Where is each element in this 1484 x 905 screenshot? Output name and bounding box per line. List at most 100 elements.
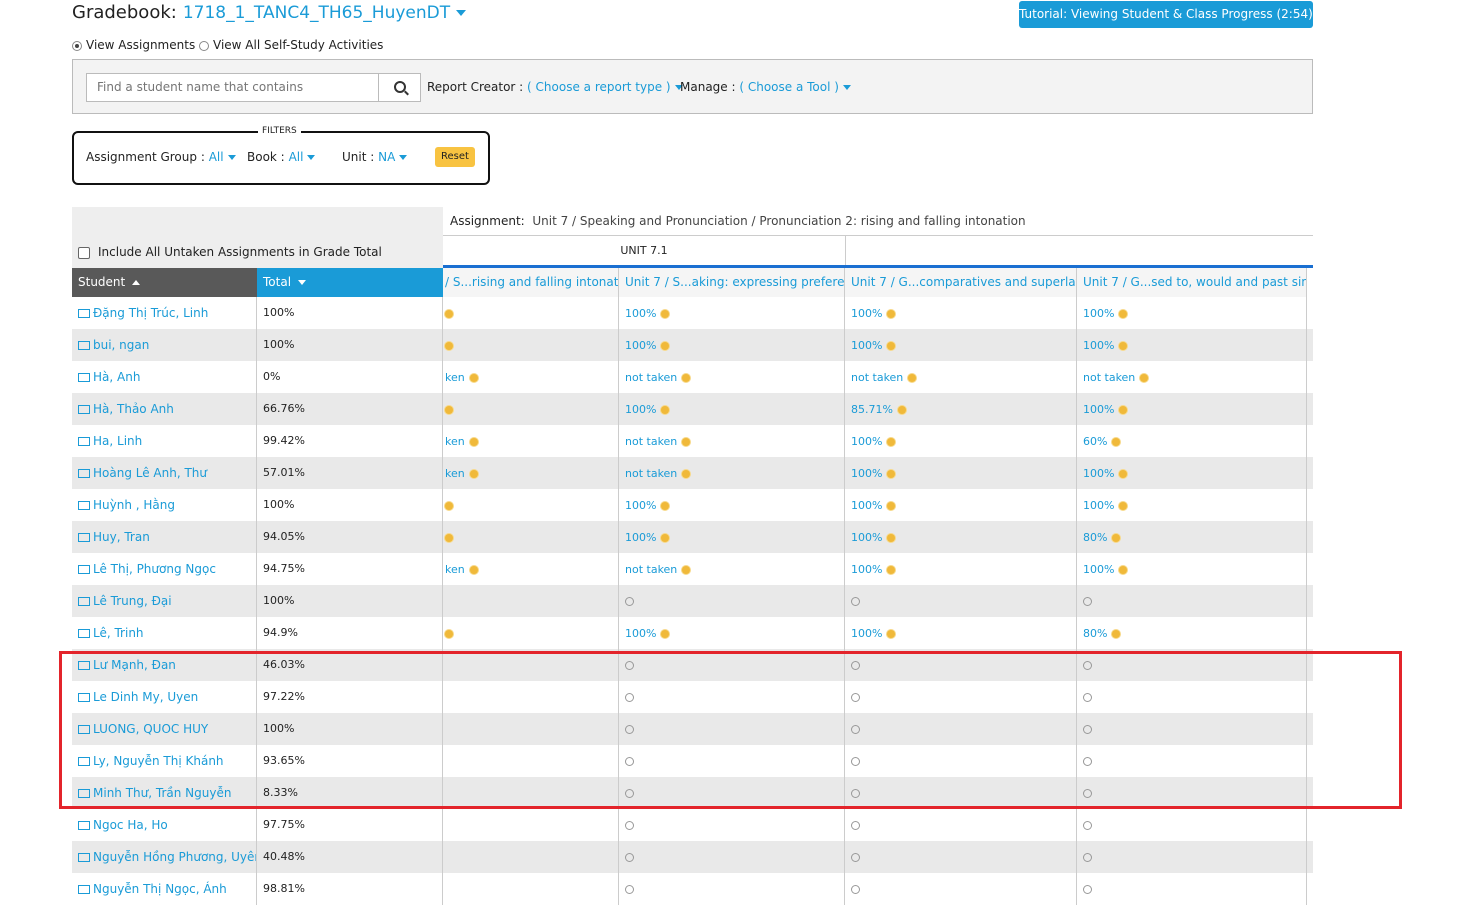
feedback-icon[interactable] [887, 565, 896, 574]
score-cell[interactable] [443, 489, 619, 521]
score-cell[interactable]: ken [443, 361, 619, 393]
feedback-icon[interactable] [1140, 373, 1149, 382]
assignment-group-filter[interactable]: Assignment Group : All [86, 150, 236, 164]
feedback-icon[interactable] [661, 341, 670, 350]
unit-value[interactable]: NA [378, 150, 395, 164]
assignment-column-header[interactable]: Unit 7 / G...sed to, would and past simp… [1077, 268, 1307, 297]
score-cell[interactable]: 100% [1077, 297, 1307, 329]
student-name[interactable]: Nguyễn Hồng Phương, Uyên [93, 850, 256, 864]
score-cell[interactable] [619, 809, 845, 841]
score-cell[interactable] [1077, 585, 1307, 617]
book-value[interactable]: All [289, 150, 304, 164]
score-cell[interactable] [443, 841, 619, 873]
feedback-icon[interactable] [682, 373, 691, 382]
course-dropdown-icon[interactable] [456, 10, 467, 16]
total-column-header[interactable]: Total [257, 268, 443, 297]
score-cell[interactable]: not taken [1077, 361, 1307, 393]
score-value[interactable]: 100% [851, 627, 882, 640]
feedback-icon[interactable] [682, 565, 691, 574]
score-cell[interactable]: 100% [845, 457, 1077, 489]
score-cell[interactable]: not taken [619, 425, 845, 457]
score-cell[interactable] [619, 841, 845, 873]
score-cell[interactable]: 80% [1077, 617, 1307, 649]
score-value[interactable]: 100% [851, 307, 882, 320]
score-value[interactable]: ken [445, 371, 465, 384]
student-name-link[interactable]: Nguyễn Hồng Phương, Uyên [72, 841, 257, 873]
feedback-icon[interactable] [661, 501, 670, 510]
email-icon[interactable] [78, 437, 90, 446]
radio-unselected-icon[interactable] [199, 40, 209, 51]
tutorial-button[interactable]: Tutorial: Viewing Student & Class Progre… [1019, 1, 1331, 28]
feedback-icon[interactable] [1119, 565, 1128, 574]
student-name-link[interactable]: Huy, Tran [72, 521, 257, 553]
score-value[interactable]: 100% [625, 499, 656, 512]
score-value[interactable]: 100% [625, 403, 656, 416]
student-name-link[interactable]: Lê Thị, Phương Ngọc [72, 553, 257, 585]
score-cell[interactable]: not taken [619, 361, 845, 393]
score-cell[interactable] [443, 873, 619, 905]
score-cell[interactable]: 100% [1077, 329, 1307, 361]
email-icon[interactable] [78, 853, 90, 862]
book-filter[interactable]: Book : All [247, 150, 316, 164]
assignment-column-header[interactable]: Unit 7 / G...comparatives and superlativ… [845, 268, 1077, 297]
view-assignments-option[interactable]: View Assignments [72, 38, 195, 52]
feedback-icon[interactable] [469, 565, 478, 574]
feedback-icon[interactable] [887, 437, 896, 446]
feedback-icon[interactable] [1112, 437, 1121, 446]
score-value[interactable]: 80% [1083, 627, 1107, 640]
student-name-link[interactable]: Hà, Anh [72, 361, 257, 393]
score-cell[interactable]: 100% [845, 329, 1077, 361]
score-cell[interactable]: 100% [619, 329, 845, 361]
score-cell[interactable] [845, 809, 1077, 841]
feedback-icon[interactable] [469, 469, 478, 478]
feedback-icon[interactable] [445, 405, 453, 414]
score-value[interactable]: not taken [1083, 371, 1135, 384]
score-cell[interactable] [443, 617, 619, 649]
score-value[interactable]: ken [445, 467, 465, 480]
score-cell[interactable] [1077, 841, 1307, 873]
feedback-icon[interactable] [1119, 501, 1128, 510]
feedback-icon[interactable] [661, 309, 670, 318]
score-cell[interactable]: 100% [1077, 457, 1307, 489]
chevron-down-icon[interactable] [399, 155, 408, 160]
score-value[interactable]: 100% [625, 627, 656, 640]
email-icon[interactable] [78, 821, 90, 830]
report-type-dropdown[interactable]: ( Choose a report type ) [527, 80, 671, 94]
feedback-icon[interactable] [887, 533, 896, 542]
student-name-link[interactable]: Ha, Linh [72, 425, 257, 457]
student-name[interactable]: Hoàng Lê Anh, Thư [93, 466, 207, 480]
feedback-icon[interactable] [682, 437, 691, 446]
score-cell[interactable] [443, 521, 619, 553]
score-value[interactable]: 100% [625, 307, 656, 320]
feedback-icon[interactable] [908, 373, 917, 382]
score-cell[interactable] [443, 585, 619, 617]
email-icon[interactable] [78, 597, 90, 606]
email-icon[interactable] [78, 885, 90, 894]
score-cell[interactable]: 100% [619, 489, 845, 521]
student-name[interactable]: Huỳnh , Hằng [93, 498, 175, 512]
score-cell[interactable]: 100% [1077, 393, 1307, 425]
feedback-icon[interactable] [445, 629, 453, 638]
feedback-icon[interactable] [1112, 533, 1121, 542]
chevron-down-icon[interactable] [307, 155, 316, 160]
score-cell[interactable] [845, 873, 1077, 905]
student-column-header[interactable]: Student [72, 268, 257, 297]
feedback-icon[interactable] [469, 437, 478, 446]
sort-descending-icon[interactable] [298, 280, 307, 285]
student-name-link[interactable]: bui, ngan [72, 329, 257, 361]
feedback-icon[interactable] [1119, 309, 1128, 318]
score-cell[interactable]: ken [443, 457, 619, 489]
score-cell[interactable]: 100% [1077, 489, 1307, 521]
feedback-icon[interactable] [1112, 629, 1121, 638]
reset-button[interactable]: Reset [435, 147, 475, 167]
feedback-icon[interactable] [445, 309, 453, 318]
student-name[interactable]: Lê, Trinh [93, 626, 144, 640]
student-name[interactable]: Nguyễn Thị Ngọc, Ánh [93, 882, 227, 896]
feedback-icon[interactable] [445, 501, 453, 510]
student-name[interactable]: Ngoc Ha, Ho [93, 818, 168, 832]
score-cell[interactable]: 100% [845, 489, 1077, 521]
score-cell[interactable]: 100% [845, 521, 1077, 553]
student-name[interactable]: bui, ngan [93, 338, 149, 352]
feedback-icon[interactable] [1119, 405, 1128, 414]
score-value[interactable]: 100% [1083, 563, 1114, 576]
